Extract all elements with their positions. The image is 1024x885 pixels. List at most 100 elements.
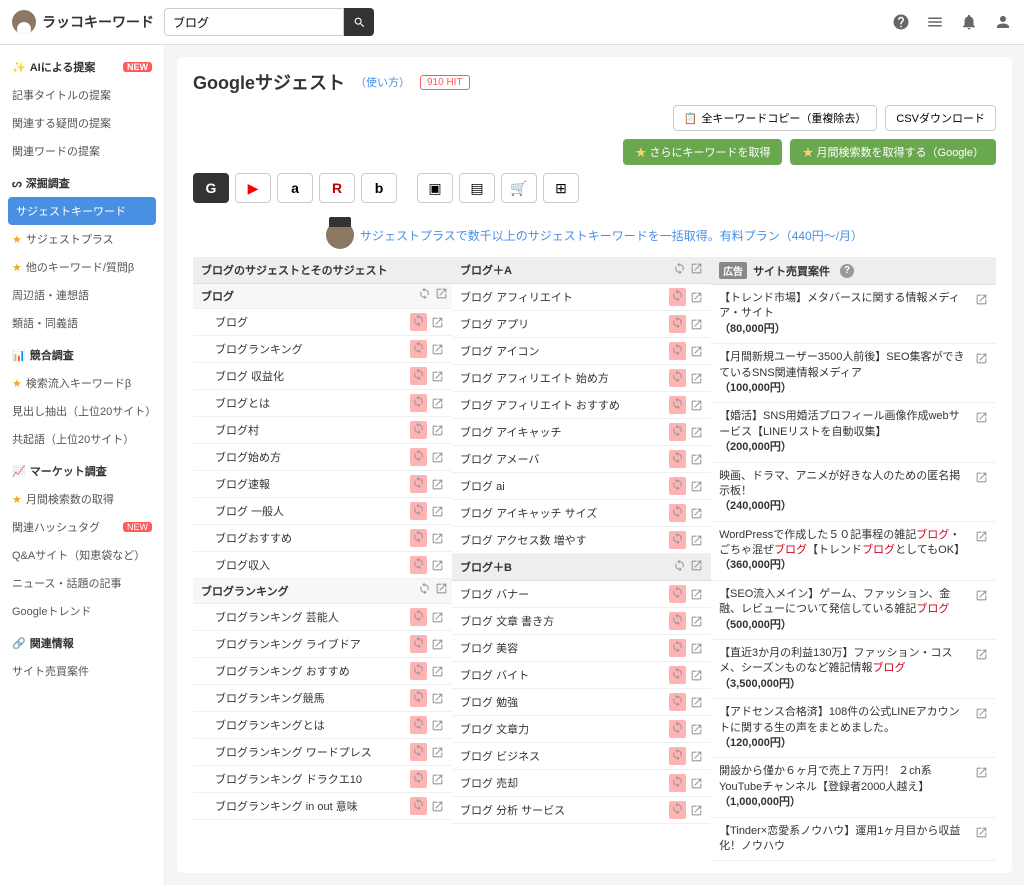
loop-icon[interactable]	[671, 424, 684, 437]
loop-icon[interactable]	[412, 449, 425, 462]
ext-icon[interactable]	[975, 766, 988, 779]
loop-icon[interactable]	[412, 636, 425, 649]
keyword-row[interactable]: ブログ アクセス数 増やす	[452, 527, 711, 554]
sidebar-deep-3[interactable]: 周辺語・連想語	[0, 281, 164, 309]
loop-icon[interactable]	[671, 721, 684, 734]
ext-icon[interactable]	[431, 638, 444, 651]
ext-icon[interactable]	[431, 692, 444, 705]
loop-icon[interactable]	[671, 343, 684, 356]
ext-icon[interactable]	[975, 352, 988, 365]
sidebar-related-0[interactable]: サイト売買案件	[0, 657, 164, 685]
site-item[interactable]: 開設から僅か６ヶ月で売上７万円！ ２ch系YouTubeチャンネル【登録者200…	[711, 758, 996, 817]
ext-icon[interactable]	[690, 372, 703, 385]
csv-button[interactable]: CSVダウンロード	[885, 105, 996, 131]
keyword-row[interactable]: ブログ 売却	[452, 770, 711, 797]
loop-icon[interactable]	[671, 505, 684, 518]
svc-rakuten[interactable]: R	[319, 173, 355, 203]
loop-icon[interactable]	[412, 314, 425, 327]
loop-icon[interactable]	[671, 370, 684, 383]
ext-icon[interactable]	[435, 287, 448, 300]
sidebar-comp-1[interactable]: 見出し抽出（上位20サイト）	[0, 397, 164, 425]
keyword-row[interactable]: ブログ速報	[193, 471, 452, 498]
ext-icon[interactable]	[975, 530, 988, 543]
keyword-row[interactable]: ブログ 一般人	[193, 498, 452, 525]
ext-icon[interactable]	[431, 397, 444, 410]
ext-icon[interactable]	[690, 345, 703, 358]
loop-icon[interactable]	[671, 316, 684, 329]
loop-icon[interactable]	[412, 744, 425, 757]
bell-icon[interactable]	[960, 13, 978, 31]
loop-icon[interactable]	[418, 582, 431, 595]
keyword-row[interactable]: ブログ 勉強	[452, 689, 711, 716]
ext-icon[interactable]	[690, 669, 703, 682]
sidebar-comp-0[interactable]: ★ 検索流入キーワードβ	[0, 369, 164, 397]
ext-icon[interactable]	[431, 478, 444, 491]
loop-icon[interactable]	[412, 717, 425, 730]
sidebar-market-1[interactable]: 関連ハッシュタグNEW	[0, 513, 164, 541]
ext-icon[interactable]	[431, 559, 444, 572]
keyword-row[interactable]: ブログランキング ドラクエ10	[193, 766, 452, 793]
svc-amazon[interactable]: a	[277, 173, 313, 203]
sidebar-ai-0[interactable]: 記事タイトルの提案	[0, 81, 164, 109]
keyword-row[interactable]: ブログ アイキャッチ サイズ	[452, 500, 711, 527]
loop-icon[interactable]	[412, 395, 425, 408]
keyword-row[interactable]: ブログランキング ライブドア	[193, 631, 452, 658]
help-icon[interactable]	[892, 13, 910, 31]
keyword-row[interactable]: ブログ バナー	[452, 581, 711, 608]
keyword-row[interactable]: ブログ ビジネス	[452, 743, 711, 770]
sidebar-deep-0[interactable]: サジェストキーワード	[8, 197, 156, 225]
loop-icon[interactable]	[412, 503, 425, 516]
keyword-row[interactable]: ブログ アフィリエイト おすすめ	[452, 392, 711, 419]
keyword-row[interactable]: ブログ収入	[193, 552, 452, 579]
keyword-row[interactable]: ブログ アイコン	[452, 338, 711, 365]
keyword-row[interactable]: ブログランキング	[193, 336, 452, 363]
loop-icon[interactable]	[412, 557, 425, 570]
keyword-row[interactable]: ブログランキングとは	[193, 712, 452, 739]
ext-icon[interactable]	[431, 451, 444, 464]
ext-icon[interactable]	[975, 411, 988, 424]
usage-link[interactable]: （使い方）	[355, 74, 410, 90]
site-item[interactable]: 【Tinder×恋愛系ノウハウ】運用1ヶ月目から収益化！ノウハウ	[711, 818, 996, 862]
keyword-row[interactable]: ブログ 分析 サービス	[452, 797, 711, 824]
svc-video[interactable]: ▣	[417, 173, 453, 203]
svc-image[interactable]: ▤	[459, 173, 495, 203]
loop-icon[interactable]	[671, 667, 684, 680]
ext-icon[interactable]	[975, 648, 988, 661]
sidebar-ai-2[interactable]: 関連ワードの提案	[0, 137, 164, 165]
ext-icon[interactable]	[975, 707, 988, 720]
keyword-row[interactable]: ブログ	[193, 309, 452, 336]
ext-icon[interactable]	[431, 800, 444, 813]
ext-icon[interactable]	[690, 723, 703, 736]
ext-icon[interactable]	[431, 665, 444, 678]
ext-icon[interactable]	[690, 426, 703, 439]
ext-icon[interactable]	[690, 642, 703, 655]
promo-link[interactable]: サジェストプラスで数千以上のサジェストキーワードを一括取得。有料プラン（440円…	[360, 227, 863, 244]
site-item[interactable]: 【トレンド市場】メタバースに関する情報メディア・サイト（80,000円）	[711, 285, 996, 344]
loop-icon[interactable]	[671, 640, 684, 653]
user-icon[interactable]	[994, 13, 1012, 31]
ext-icon[interactable]	[431, 611, 444, 624]
sidebar-market-4[interactable]: Googleトレンド	[0, 597, 164, 625]
site-item[interactable]: WordPressで作成した５０記事程の雑記ブログ・ごちゃ混ぜブログ【トレンドブ…	[711, 522, 996, 581]
ext-icon[interactable]	[431, 316, 444, 329]
keyword-row[interactable]: ブログランキング in out 意味	[193, 793, 452, 820]
menu-icon[interactable]	[926, 13, 944, 31]
svc-shopping[interactable]: 🛒	[501, 173, 537, 203]
sidebar-deep-4[interactable]: 類語・同義語	[0, 309, 164, 337]
loop-icon[interactable]	[412, 663, 425, 676]
loop-icon[interactable]	[412, 341, 425, 354]
ext-icon[interactable]	[435, 582, 448, 595]
loop-icon[interactable]	[412, 530, 425, 543]
loop-icon[interactable]	[412, 368, 425, 381]
sidebar-deep-1[interactable]: ★ サジェストプラス	[0, 225, 164, 253]
ext-icon[interactable]	[690, 507, 703, 520]
loop-icon[interactable]	[671, 451, 684, 464]
ext-icon[interactable]	[431, 719, 444, 732]
site-item[interactable]: 【直近3か月の利益130万】ファッション・コスメ、シーズンものなど雑記情報ブログ…	[711, 640, 996, 699]
keyword-row[interactable]: ブログ アフィリエイト	[452, 284, 711, 311]
svc-bing[interactable]: b	[361, 173, 397, 203]
ext-icon[interactable]	[690, 588, 703, 601]
keyword-row[interactable]: ブログ 文章 書き方	[452, 608, 711, 635]
ext-icon[interactable]	[975, 826, 988, 839]
ext-icon[interactable]	[431, 746, 444, 759]
